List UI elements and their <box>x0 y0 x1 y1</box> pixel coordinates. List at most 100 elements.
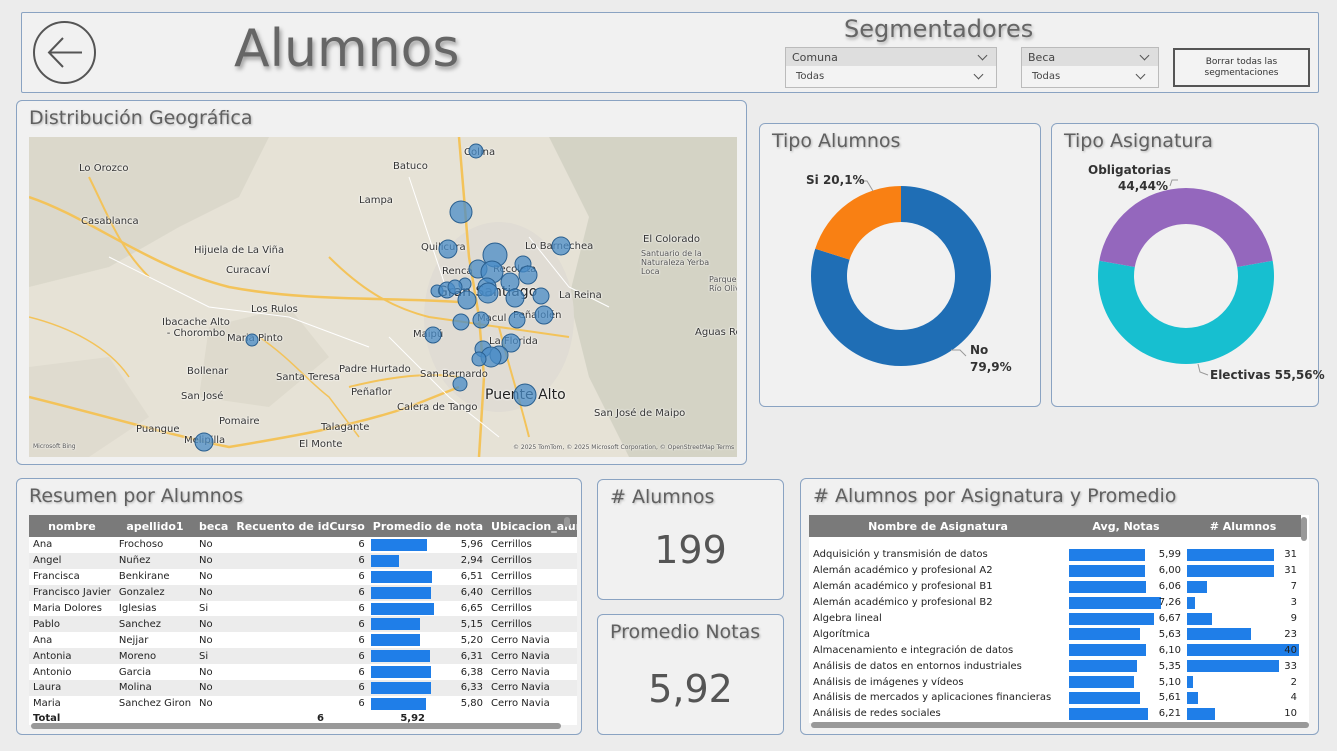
location-bubble[interactable] <box>452 313 470 331</box>
table-row[interactable]: Ana Nejjar No 6 5,20 Cerro Navia <box>29 632 577 648</box>
table-row[interactable]: Alemán académico y profesional B1 6,06 7 <box>809 579 1301 595</box>
cell-nombre: Ana <box>33 634 53 646</box>
location-bubble[interactable] <box>477 282 499 304</box>
cell-nombre: Antonia <box>29 648 115 665</box>
cell-promedio: 5,96 <box>369 537 487 553</box>
table-row[interactable]: Análisis de datos en entornos industrial… <box>809 658 1301 674</box>
column-header-beca[interactable]: beca <box>195 515 233 537</box>
cell-beca: No <box>195 616 233 633</box>
location-bubble[interactable] <box>438 239 458 259</box>
location-bubble[interactable] <box>534 305 554 325</box>
cell-promedio: 6,31 <box>368 648 488 665</box>
table-row[interactable]: Algebra lineal 6,67 9 <box>809 611 1301 627</box>
column-header-avg-notas[interactable]: Avg, Notas <box>1067 515 1185 537</box>
location-bubble[interactable] <box>532 287 550 305</box>
column-header-apellido1[interactable]: apellido1 <box>114 515 196 537</box>
table-row[interactable]: Ana Frochoso No 6 5,96 Cerrillos <box>29 537 577 553</box>
clear-slicers-button[interactable]: Borrar todas las segmentaciones <box>1173 48 1310 87</box>
table-row[interactable]: Análisis de redes sociales 6,21 10 <box>809 706 1301 722</box>
alumnos-value: 31 <box>1284 565 1297 577</box>
alumnos-value: 4 <box>1290 692 1297 704</box>
comuna-slicer[interactable]: Comuna Todas <box>785 47 997 88</box>
table-row[interactable]: Almacenamiento e integración de datos 6,1… <box>809 642 1301 658</box>
table-header-row: Nombre de Asignatura Avg, Notas # Alumno… <box>809 515 1301 537</box>
cell-asignatura: Alemán académico y profesional B1 <box>813 581 993 593</box>
column-header-asignatura[interactable]: Nombre de Asignatura <box>809 515 1067 537</box>
tipo-asignatura-slice-obligatorias[interactable] <box>1099 187 1273 267</box>
map-attribution[interactable]: © 2025 TomTom, © 2025 Microsoft Corporat… <box>513 444 734 451</box>
cell-comuna: Cerro Navia <box>491 698 550 710</box>
column-header-promedio[interactable]: Promedio de nota <box>368 515 488 537</box>
location-bubble[interactable] <box>452 376 468 392</box>
location-bubble[interactable] <box>194 432 214 452</box>
table-row[interactable]: Alemán académico y profesional B2 7,26 3 <box>809 595 1301 611</box>
table-row[interactable]: Antonio Garcia No 6 6,38 Cerro Navia <box>29 664 577 680</box>
vertical-scrollbar[interactable] <box>1301 517 1307 541</box>
location-bubble[interactable] <box>518 265 538 285</box>
avg-notas-bar <box>1069 580 1146 593</box>
nota-value: 5,80 <box>460 698 484 710</box>
alumnos-bar <box>1187 707 1215 720</box>
geo-map[interactable]: ColinaLo OrozcoBatucoLampaCasablancaHiju… <box>29 137 737 457</box>
horizontal-scrollbar[interactable] <box>31 723 561 729</box>
table-row[interactable]: Francisco Javier Gonzalez No 6 6,40 Cerrillos <box>29 584 577 601</box>
location-bubble[interactable] <box>472 311 490 329</box>
table-row[interactable]: Francisca Benkirane No 6 6,51 Cerrillos <box>29 569 577 585</box>
table-row[interactable]: Antonia Moreno Si 6 6,31 Cerro Navia <box>29 648 577 665</box>
location-bubble[interactable] <box>424 326 442 344</box>
resumen-title: Resumen por Alumnos <box>29 485 244 507</box>
cell-comuna: Cerrillos <box>487 616 577 633</box>
table-row[interactable]: Algorítmica 5,63 23 <box>809 626 1301 642</box>
cell-promedio: 5,80 <box>369 696 487 712</box>
location-bubble[interactable] <box>468 143 484 159</box>
cell-apellido1: Sanchez <box>114 616 196 633</box>
nota-value: 6,31 <box>460 650 484 662</box>
beca-slicer-label: Beca <box>1028 50 1056 64</box>
table-row[interactable]: Angel Nuñez No 6 2,94 Cerrillos <box>29 552 577 569</box>
table-row[interactable]: Adquisición y transmisión de datos 5,99 31 <box>809 547 1301 563</box>
location-bubble[interactable] <box>508 311 526 329</box>
chevron-down-icon[interactable] <box>1135 69 1146 80</box>
cell-recuento: 6 <box>358 539 365 551</box>
horizontal-scrollbar[interactable] <box>811 722 1309 728</box>
column-header-recuento[interactable]: Recuento de idCurso <box>232 515 369 537</box>
cell-avg-notas: 5,35 <box>1067 658 1185 674</box>
location-bubble[interactable] <box>449 200 473 224</box>
chevron-down-icon[interactable] <box>973 69 984 80</box>
location-bubble[interactable] <box>447 279 463 295</box>
slice-label-no-name: No <box>970 343 989 357</box>
cell-avg-notas: 6,67 <box>1067 611 1185 627</box>
nota-bar <box>370 554 399 567</box>
column-header-alumnos[interactable]: # Alumnos <box>1185 515 1301 537</box>
leader-line <box>1169 179 1178 187</box>
resumen-table[interactable]: nombre apellido1 beca Recuento de idCurs… <box>29 515 577 725</box>
asignaturas-table[interactable]: Nombre de Asignatura Avg, Notas # Alumno… <box>809 515 1309 723</box>
column-header-nombre[interactable]: nombre <box>29 515 115 537</box>
table-row[interactable]: Análisis de imágenes y vídeos 5,10 2 <box>809 674 1301 690</box>
vertical-scrollbar[interactable] <box>564 517 570 527</box>
alumnos-bar <box>1187 660 1279 673</box>
table-row[interactable]: Alemán académico y profesional A2 6,00 31 <box>809 563 1301 579</box>
slice-label-si-name: Si <box>806 173 819 187</box>
table-row[interactable]: Maria Sanchez Giron No 6 5,80 Cerro Navia <box>29 696 577 712</box>
tipo-alumnos-slice-si[interactable] <box>815 186 901 260</box>
table-row[interactable]: Laura Molina No 6 6,33 Cerro Navia <box>29 680 577 696</box>
table-row[interactable]: Pablo Sanchez No 6 5,15 Cerrillos <box>29 616 577 633</box>
location-bubble[interactable] <box>500 272 520 292</box>
location-bubble[interactable] <box>551 236 571 256</box>
cell-apellido1: Iglesias <box>118 603 157 614</box>
table-row[interactable]: Análisis de mercados y aplicaciones fina… <box>809 690 1301 706</box>
beca-slicer[interactable]: Beca Todas <box>1021 47 1159 88</box>
location-bubble[interactable] <box>457 290 477 310</box>
location-bubble[interactable] <box>513 383 537 407</box>
cell-apellido1: Nejjar <box>118 634 149 646</box>
location-bubble[interactable] <box>505 288 525 308</box>
cell-beca: No <box>199 571 213 583</box>
tipo-asignatura-slice-electivas[interactable] <box>1098 260 1274 364</box>
table-row[interactable]: Maria Dolores Iglesias Si 6 6,65 Cerrillos <box>29 601 577 617</box>
alumnos-bar <box>1187 644 1299 657</box>
location-bubble[interactable] <box>245 333 259 347</box>
location-bubble[interactable] <box>471 351 487 367</box>
back-button[interactable] <box>33 21 96 84</box>
avg-notas-value: 6,67 <box>1158 613 1181 624</box>
